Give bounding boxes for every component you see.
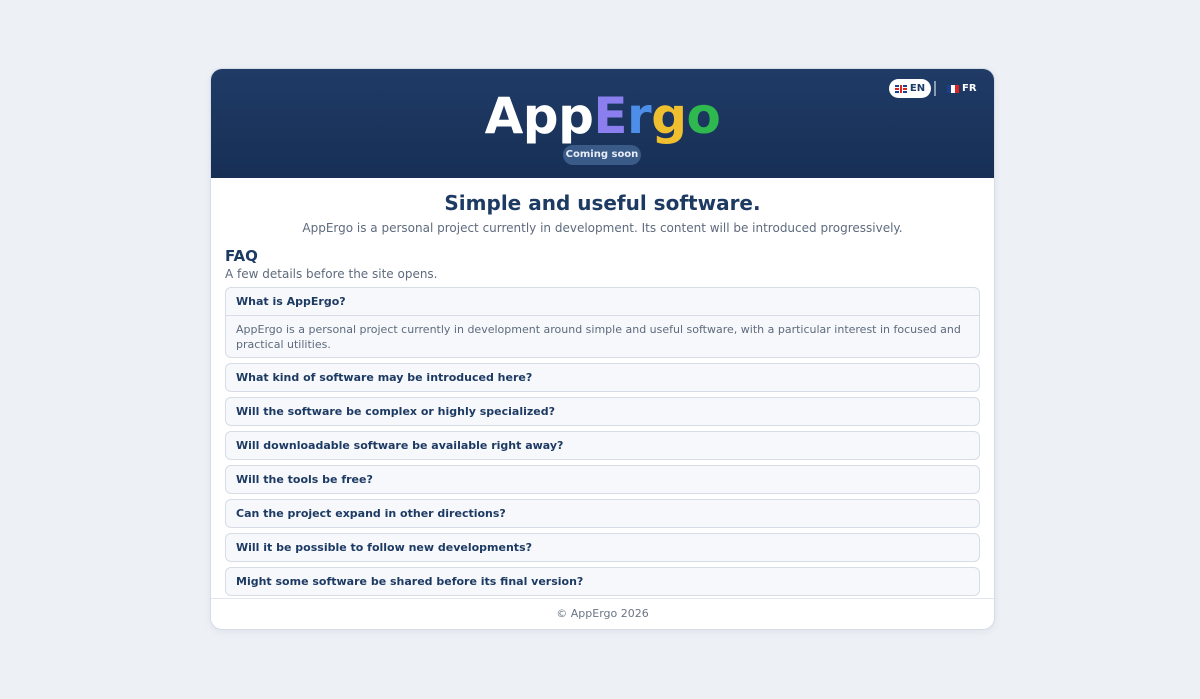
- faq-subtitle: A few details before the site opens.: [225, 267, 438, 281]
- faq-item: Will the software be complex or highly s…: [225, 397, 980, 426]
- faq-title: FAQ: [225, 247, 258, 265]
- faq-item: Will the tools be free?: [225, 465, 980, 494]
- faq-item: Will downloadable software be available …: [225, 431, 980, 460]
- coming-soon-badge: Coming soon: [563, 145, 641, 165]
- footer-copyright: © AppErgo 2026: [556, 607, 649, 620]
- faq-question[interactable]: What kind of software may be introduced …: [226, 364, 979, 391]
- intro-text: AppErgo is a personal project currently …: [302, 221, 903, 235]
- faq-list: What is AppErgo? AppErgo is a personal p…: [225, 287, 980, 601]
- faq-item: Can the project expand in other directio…: [225, 499, 980, 528]
- language-label-en: EN: [909, 83, 926, 94]
- brand-letter-g: g: [651, 87, 687, 145]
- fr-flag-icon: [947, 84, 959, 93]
- faq-question[interactable]: What is AppErgo?: [226, 288, 979, 315]
- faq-question[interactable]: Will it be possible to follow new develo…: [226, 534, 979, 561]
- faq-item: Will it be possible to follow new develo…: [225, 533, 980, 562]
- language-button-fr[interactable]: FR: [947, 79, 977, 98]
- brand-letter-r: r: [627, 87, 652, 145]
- faq-question[interactable]: Might some software be shared before its…: [226, 568, 979, 595]
- footer-divider: [211, 598, 994, 599]
- hero-header: AppErgo Coming soon EN FR: [211, 69, 994, 178]
- faq-item: What is AppErgo? AppErgo is a personal p…: [225, 287, 980, 358]
- faq-question[interactable]: Can the project expand in other directio…: [226, 500, 979, 527]
- page-headline: Simple and useful software.: [444, 191, 761, 215]
- main-card: AppErgo Coming soon EN FR Simple and use…: [210, 68, 995, 630]
- brand-letter-e: E: [593, 87, 628, 145]
- uk-flag-icon: [894, 84, 907, 93]
- brand-letters-app: App: [484, 87, 594, 145]
- faq-question[interactable]: Will the tools be free?: [226, 466, 979, 493]
- faq-answer: AppErgo is a personal project currently …: [226, 315, 979, 357]
- faq-question[interactable]: Will downloadable software be available …: [226, 432, 979, 459]
- brand-logo: AppErgo: [211, 87, 994, 145]
- faq-item: What kind of software may be introduced …: [225, 363, 980, 392]
- faq-question[interactable]: Will the software be complex or highly s…: [226, 398, 979, 425]
- language-divider: [934, 81, 936, 96]
- language-label-fr: FR: [962, 83, 977, 94]
- faq-item: Might some software be shared before its…: [225, 567, 980, 596]
- language-button-en[interactable]: EN: [889, 79, 931, 98]
- brand-letter-o: o: [686, 87, 721, 145]
